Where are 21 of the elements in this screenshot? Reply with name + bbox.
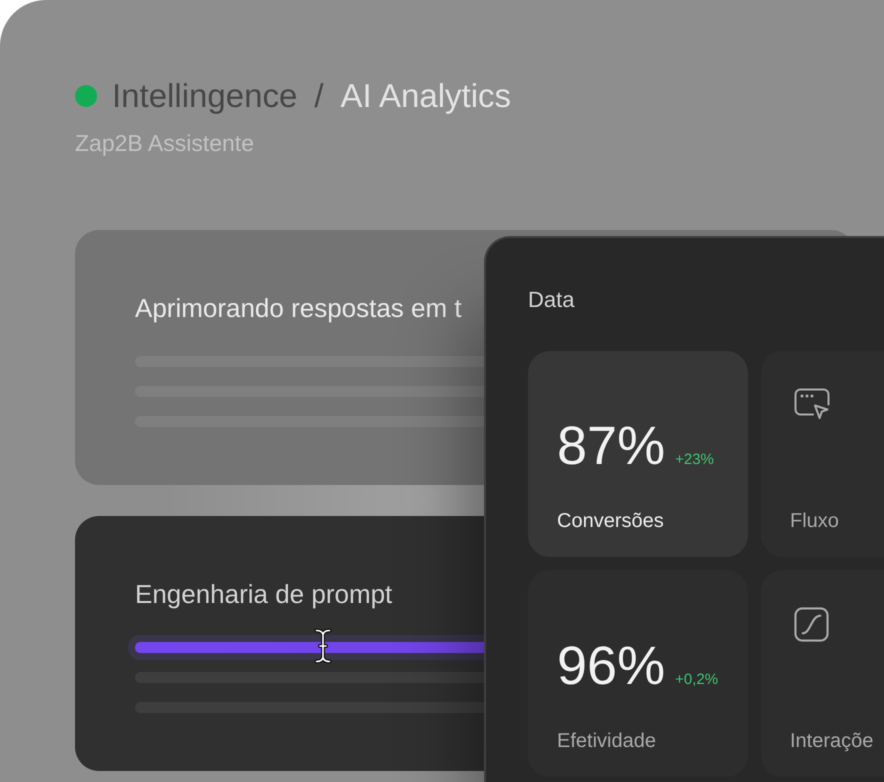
stat-value: 96%: [557, 636, 666, 696]
stat-label: Interaçõe: [790, 729, 874, 753]
breadcrumb-item: AI Analytics: [340, 76, 512, 116]
curve-square-icon: [794, 607, 829, 642]
stat-label: Fluxo: [790, 509, 839, 533]
card-title: Engenharia de prompt: [135, 578, 392, 611]
stat-tile[interactable]: Interaçõe: [761, 570, 884, 777]
stat-tile[interactable]: 87% +23% Conversões: [528, 351, 748, 557]
status-dot-icon: [75, 85, 97, 107]
stat-change: +23%: [675, 451, 714, 469]
stat-value: 87%: [557, 416, 666, 476]
panel-title: Data: [528, 286, 574, 314]
stat-tile[interactable]: 96% +0,2% Efetividade: [528, 570, 748, 777]
card-title: Aprimorando respostas em t: [135, 292, 462, 325]
stat-label: Efetividade: [557, 729, 656, 753]
stat-label: Conversões: [557, 509, 664, 533]
window-cursor-icon: [794, 388, 830, 420]
stat-change: +0,2%: [675, 671, 718, 689]
text-cursor-icon: [314, 628, 332, 664]
stat-tile[interactable]: Fluxo: [761, 351, 884, 557]
breadcrumb-separator: /: [314, 76, 324, 116]
